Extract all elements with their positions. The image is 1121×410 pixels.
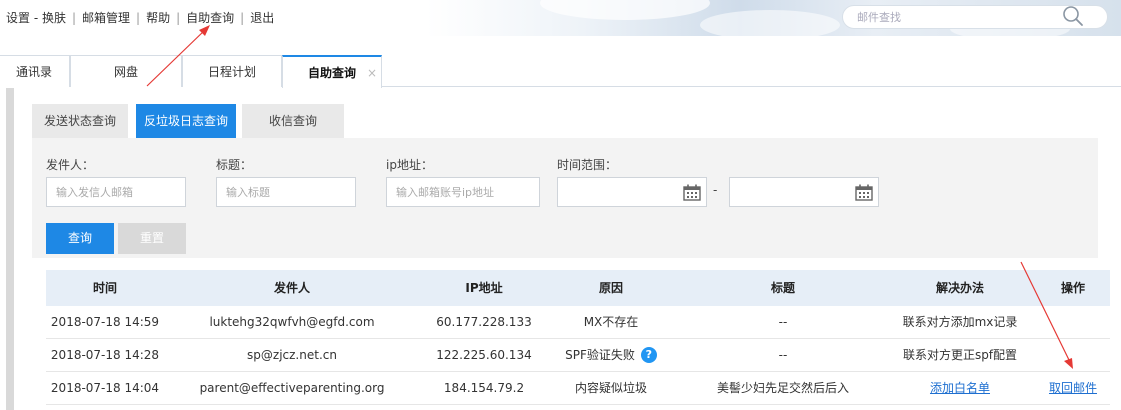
tab-label: 日程计划	[207, 65, 256, 79]
cell-time: 2018-07-18 14:59	[50, 315, 160, 329]
nav-mailbox-admin[interactable]: 邮箱管理	[82, 11, 130, 25]
table-row: 2018-07-18 14:59 luktehg32qwfvh@egfd.com…	[46, 306, 1110, 339]
cell-ip: 184.154.79.2	[443, 381, 525, 395]
nav-logout[interactable]: 退出	[250, 11, 274, 25]
main-tabs: 通讯录 网盘 日程计划 自助查询 ×	[0, 55, 1121, 88]
cell-action	[1036, 306, 1110, 339]
search-icon[interactable]	[1062, 5, 1084, 27]
top-bar: 设置 - 换肤 | 邮箱管理 | 帮助 | 自助查询 | 退出	[0, 0, 1121, 36]
reset-button[interactable]: 重置	[118, 223, 186, 254]
close-icon[interactable]: ×	[367, 57, 377, 89]
nav-separator: |	[176, 11, 181, 25]
query-button[interactable]: 查询	[46, 223, 114, 254]
banner-cloud	[700, 10, 840, 36]
column-header-time: 时间	[92, 281, 117, 295]
column-header-action: 操作	[1060, 281, 1085, 295]
subject-input[interactable]	[216, 177, 356, 207]
left-scroll-strip	[6, 88, 14, 410]
tab-self-service-query[interactable]: 自助查询 ×	[282, 55, 382, 88]
tab-contacts[interactable]: 通讯录	[0, 55, 70, 87]
table-row: 2018-07-18 14:28 sp@zjcz.net.cn 122.225.…	[46, 339, 1110, 372]
cell-reason: SPF验证失败?	[546, 339, 676, 372]
column-header-solution: 解决办法	[935, 281, 984, 295]
cell-reason: MX不存在	[583, 315, 639, 329]
tab-label: 网盘	[113, 65, 138, 79]
cell-time: 2018-07-18 14:04	[50, 381, 160, 395]
cell-ip: 60.177.228.133	[436, 315, 532, 329]
calendar-icon	[683, 184, 701, 201]
cell-subject: --	[778, 348, 788, 362]
sender-input[interactable]	[46, 177, 186, 207]
sender-label: 发件人：	[46, 158, 95, 172]
calendar-icon	[855, 184, 873, 201]
column-header-reason: 原因	[598, 281, 623, 295]
cell-time: 2018-07-18 14:28	[50, 348, 160, 362]
cell-solution: 联系对方更正spf配置	[902, 348, 1018, 362]
nav-separator: |	[240, 11, 245, 25]
column-header-sender: 发件人	[273, 281, 310, 295]
ip-label: ip地址：	[386, 158, 433, 172]
cell-action	[1036, 339, 1110, 372]
nav-separator: |	[136, 11, 141, 25]
table-row: 2018-07-18 14:04 parent@effectiveparenti…	[46, 372, 1110, 405]
help-icon[interactable]: ?	[640, 346, 657, 363]
nav-settings-skin[interactable]: 设置 - 换肤	[6, 11, 66, 25]
tab-label: 通讯录	[15, 65, 52, 79]
cell-sender: sp@zjcz.net.cn	[247, 348, 337, 362]
nav-separator: |	[71, 11, 77, 25]
retrieve-mail-link[interactable]: 取回邮件	[1036, 372, 1110, 405]
reason-text: SPF验证失败	[565, 348, 635, 362]
table-header: 时间 发件人 IP地址 原因 标题 解决办法 操作	[46, 270, 1110, 306]
date-range-separator: -	[713, 183, 718, 197]
cell-subject: --	[778, 315, 788, 329]
time-range-label: 时间范围：	[557, 158, 618, 172]
column-header-subject: 标题	[770, 281, 795, 295]
cell-reason: 内容疑似垃圾	[574, 381, 647, 395]
column-header-ip: IP地址	[465, 281, 503, 295]
subtab-receive-query[interactable]: 收信查询	[242, 104, 344, 138]
start-date-picker[interactable]	[678, 178, 706, 206]
cell-ip: 122.225.60.134	[436, 348, 532, 362]
nav-help[interactable]: 帮助	[146, 11, 170, 25]
cell-sender: luktehg32qwfvh@egfd.com	[209, 315, 375, 329]
tab-label: 自助查询	[307, 66, 356, 80]
cell-sender: parent@effectiveparenting.org	[199, 381, 385, 395]
nav-self-service-query[interactable]: 自助查询	[186, 11, 234, 25]
subject-label: 标题：	[216, 158, 253, 172]
mail-search-input[interactable]	[857, 8, 1057, 26]
subtab-antispam-log[interactable]: 反垃圾日志查询	[136, 104, 236, 138]
add-whitelist-link[interactable]: 添加白名单	[892, 372, 1028, 405]
cell-subject: 美髻少妇先足交然后后入	[716, 381, 849, 395]
banner-cloud	[540, 0, 710, 20]
subtab-send-status[interactable]: 发送状态查询	[32, 104, 128, 138]
top-nav: 设置 - 换肤 | 邮箱管理 | 帮助 | 自助查询 | 退出	[6, 9, 274, 26]
cell-solution: 联系对方添加mx记录	[902, 315, 1018, 329]
end-date-picker[interactable]	[850, 178, 878, 206]
tab-calendar[interactable]: 日程计划	[182, 55, 282, 87]
tab-netdisk[interactable]: 网盘	[70, 55, 182, 87]
ip-input[interactable]	[386, 177, 540, 207]
